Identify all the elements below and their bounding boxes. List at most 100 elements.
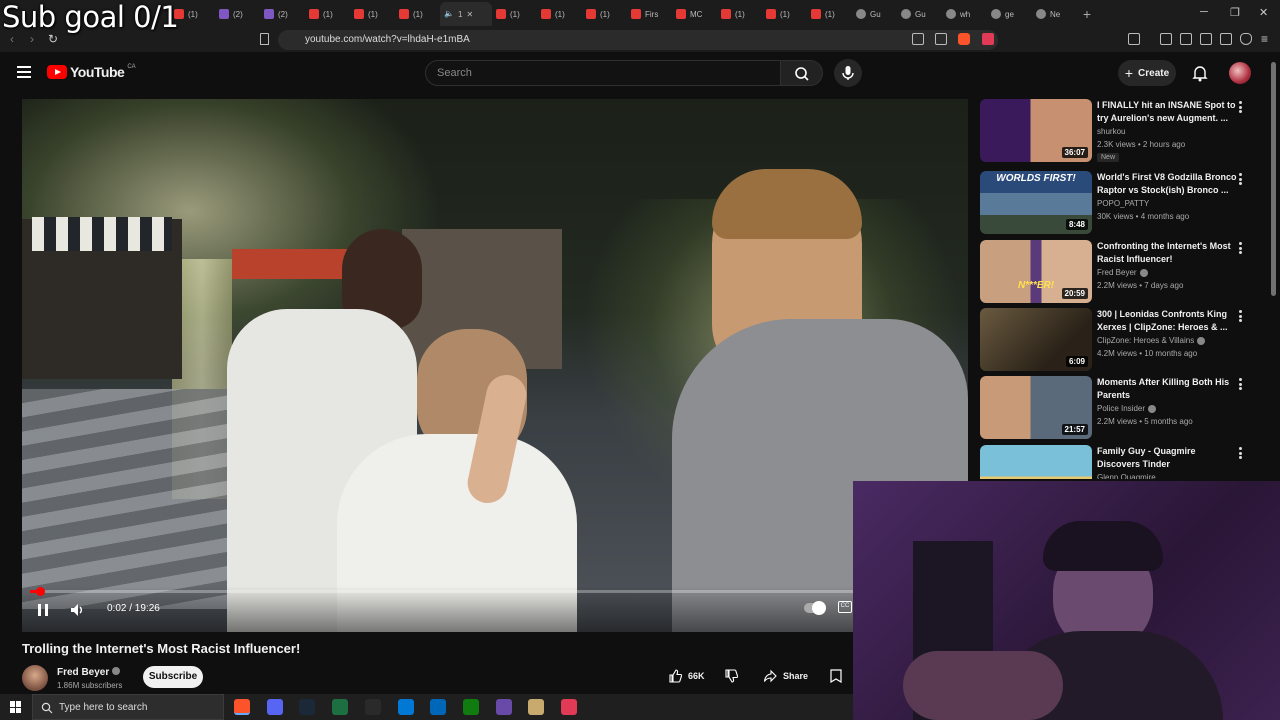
browser-tab[interactable]: (1) — [492, 2, 537, 26]
recommended-video-title[interactable]: World's First V8 Godzilla Bronco Raptor … — [1097, 171, 1237, 197]
reload-icon[interactable]: ↻ — [48, 32, 58, 46]
video-thumbnail[interactable]: 6:09 — [980, 308, 1092, 371]
recommended-video[interactable]: WORLDS FIRST! 8:48 World's First V8 Godzil… — [980, 171, 1260, 237]
browser-tab[interactable]: (1) — [762, 2, 807, 26]
brave-shields-icon[interactable] — [958, 33, 970, 45]
recommended-video[interactable]: 21:57 Moments After Killing Both His Pare… — [980, 376, 1260, 442]
recommended-channel[interactable]: shurkou — [1097, 127, 1125, 136]
video-thumbnail[interactable]: N***ER! 20:59 — [980, 240, 1092, 303]
account-avatar[interactable] — [1229, 62, 1251, 84]
browser-tab[interactable]: (1) — [350, 2, 395, 26]
recommended-channel[interactable]: Fred Beyer — [1097, 268, 1148, 277]
browser-tab[interactable]: Gu — [852, 2, 897, 26]
recommended-video-title[interactable]: Moments After Killing Both His Parents — [1097, 376, 1237, 402]
volume-icon[interactable] — [68, 601, 86, 619]
video-player[interactable]: 0:02 / 19:26 CC — [22, 99, 968, 632]
brave-icon[interactable] — [234, 699, 250, 715]
create-button[interactable]: + Create — [1118, 60, 1176, 86]
url-bar[interactable]: youtube.com/watch?v=lhdaH-e1mBA — [278, 30, 998, 50]
save-icon[interactable] — [830, 669, 842, 683]
browser-tab[interactable]: (2) — [215, 2, 260, 26]
guide-menu-icon[interactable] — [17, 66, 31, 78]
search-button[interactable] — [781, 60, 823, 86]
browser-tab[interactable]: Gu — [897, 2, 942, 26]
more-options-icon[interactable] — [1239, 101, 1242, 113]
store-icon[interactable] — [430, 699, 447, 715]
more-options-icon[interactable] — [1239, 310, 1242, 322]
recommended-video-title[interactable]: I FINALLY hit an INSANE Spot to try Aure… — [1097, 99, 1237, 125]
recommended-video[interactable]: 36:07 I FINALLY hit an INSANE Spot to try… — [980, 99, 1260, 165]
lol-icon[interactable] — [528, 699, 545, 715]
brave-rewards-icon[interactable] — [982, 33, 994, 45]
browser-tab[interactable]: Firs — [627, 2, 672, 26]
steam-icon[interactable] — [299, 699, 316, 715]
progress-scrubber[interactable] — [36, 587, 45, 596]
browser-tab[interactable]: (2) — [260, 2, 305, 26]
leo-ai-icon[interactable] — [1220, 33, 1232, 45]
recommended-video[interactable]: Family Guy - Quagmire Discovers Tinder Gl… — [980, 445, 1260, 479]
recommended-channel[interactable]: Glenn Quagmire — [1097, 473, 1156, 479]
menu-icon[interactable]: ≡ — [1261, 32, 1268, 46]
edge-icon[interactable] — [397, 699, 414, 715]
channel-name[interactable]: Fred Beyer — [57, 667, 121, 678]
browser-tab[interactable]: (1) — [537, 2, 582, 26]
taskbar-search[interactable]: Type here to search — [32, 694, 224, 720]
video-thumbnail[interactable]: 21:57 — [980, 376, 1092, 439]
browser-tab[interactable]: (1) — [305, 2, 350, 26]
more-options-icon[interactable] — [1239, 242, 1242, 254]
like-button[interactable]: 66K — [668, 669, 705, 683]
more-options-icon[interactable] — [1239, 173, 1242, 185]
recommended-channel[interactable]: Police Insider — [1097, 404, 1157, 413]
minimize-button[interactable]: ─ — [1200, 6, 1208, 18]
autoplay-toggle[interactable] — [804, 601, 826, 615]
recommended-video-title[interactable]: Confronting the Internet's Most Racist I… — [1097, 240, 1237, 266]
video-thumbnail[interactable] — [980, 445, 1092, 479]
browser-tab[interactable]: wh — [942, 2, 987, 26]
browser-tab[interactable]: (1) — [395, 2, 440, 26]
bookmark-icon[interactable] — [260, 33, 269, 45]
maximize-button[interactable]: ❐ — [1230, 6, 1240, 19]
voice-search-button[interactable] — [834, 59, 862, 87]
progress-bar[interactable] — [30, 587, 960, 596]
cast-icon[interactable] — [912, 33, 924, 45]
thumbs-down-icon[interactable] — [724, 669, 738, 683]
forward-icon[interactable]: › — [30, 32, 34, 46]
search-input[interactable]: Search — [425, 60, 781, 86]
share-page-icon[interactable] — [935, 33, 947, 45]
channel-avatar[interactable] — [22, 665, 48, 691]
reader-icon[interactable] — [1180, 33, 1192, 45]
obs-icon[interactable] — [561, 699, 577, 715]
new-tab-button[interactable]: + — [1077, 6, 1097, 22]
browser-tab[interactable]: (1) — [717, 2, 762, 26]
discord-icon[interactable] — [266, 699, 283, 715]
more-options-icon[interactable] — [1239, 378, 1242, 390]
pause-button[interactable] — [38, 604, 48, 616]
browser-tab[interactable]: ge — [987, 2, 1032, 26]
recommended-video[interactable]: N***ER! 20:59 Confronting the Internet's M… — [980, 240, 1260, 306]
share-button[interactable]: Share — [763, 669, 808, 683]
recommended-video-title[interactable]: 300 | Leonidas Confronts King Xerxes | C… — [1097, 308, 1237, 334]
browser-tab[interactable]: 🔈 1 ✕ — [440, 2, 492, 26]
video-thumbnail[interactable]: 36:07 — [980, 99, 1092, 162]
browser-tab[interactable]: (1) — [807, 2, 852, 26]
recommended-video[interactable]: 6:09 300 | Leonidas Confronts King Xerxes… — [980, 308, 1260, 374]
page-scrollbar[interactable] — [1271, 62, 1276, 296]
close-tab-icon[interactable]: ✕ — [466, 10, 473, 19]
browser-tab[interactable]: (1) — [582, 2, 627, 26]
xbox-icon[interactable] — [462, 699, 479, 715]
vpn-icon[interactable] — [1240, 33, 1252, 45]
spreadsheet-icon[interactable] — [332, 699, 349, 715]
close-window-button[interactable]: ✕ — [1259, 6, 1268, 19]
video-thumbnail[interactable]: WORLDS FIRST! 8:48 — [980, 171, 1092, 234]
youtube-logo[interactable]: YouTube CA — [47, 64, 136, 80]
shield-app-icon[interactable] — [495, 699, 512, 715]
recommended-channel[interactable]: POPO_PATTY — [1097, 199, 1149, 208]
subscribe-button[interactable]: Subscribe — [143, 666, 203, 688]
browser-tab[interactable]: MC — [672, 2, 717, 26]
recommended-video-title[interactable]: Family Guy - Quagmire Discovers Tinder — [1097, 445, 1237, 471]
media-icon[interactable] — [1160, 33, 1172, 45]
recommended-channel[interactable]: ClipZone: Heroes & Villains — [1097, 336, 1206, 345]
sidebar-icon[interactable] — [1128, 33, 1140, 45]
wallet-icon[interactable] — [1200, 33, 1212, 45]
captions-button[interactable]: CC — [838, 601, 852, 613]
